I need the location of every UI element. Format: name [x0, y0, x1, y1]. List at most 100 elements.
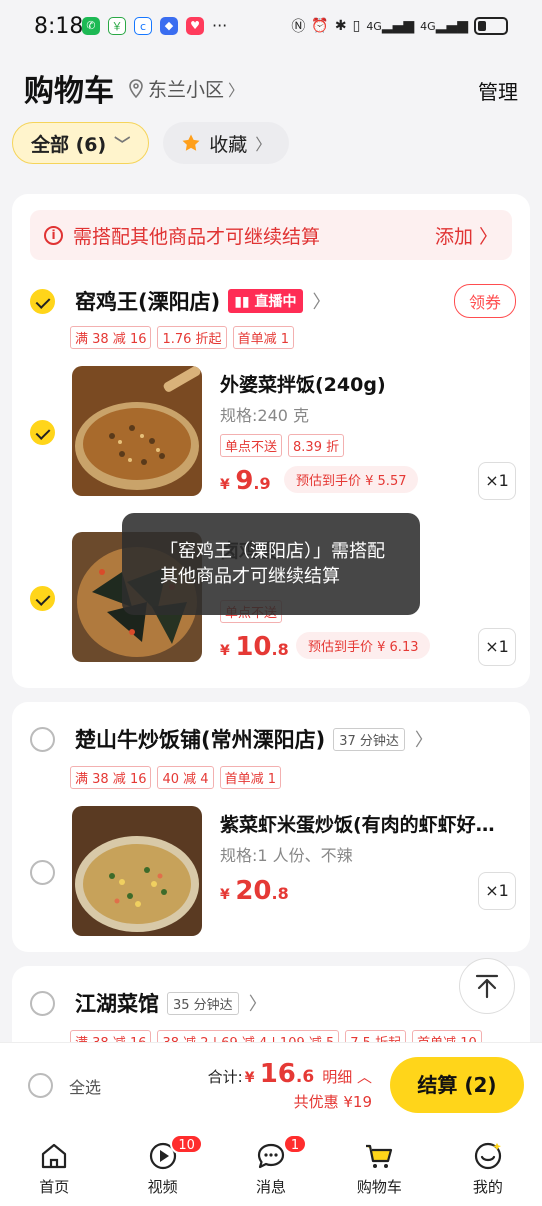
item-checkbox[interactable]	[30, 420, 55, 445]
chevron-right-icon[interactable]: 〉	[313, 288, 331, 314]
tab-label: 我的	[472, 1178, 503, 1196]
store-checkbox[interactable]	[30, 726, 55, 752]
live-badge: ▮▮ 直播中	[228, 289, 303, 313]
tab-label: 首页	[39, 1178, 70, 1196]
select-all-label: 全选	[69, 1077, 102, 1097]
get-coupon-button[interactable]: 领券	[453, 284, 516, 318]
location-selector[interactable]: 东兰小区 〉	[128, 75, 244, 102]
store-checkbox[interactable]	[30, 288, 55, 314]
location-pin-icon	[129, 78, 143, 98]
notification-icons: ✆ ￥ c ◆ ♥ ···	[82, 17, 227, 35]
item-spec[interactable]: 规格:1 人份、不辣	[220, 842, 353, 866]
checkout-bar: 全选 合计: ¥ 16.6 明细 ︿ 共优惠 ¥19 结算 (2)	[0, 1042, 542, 1128]
filter-favorites-label: 收藏	[209, 133, 248, 156]
item-name[interactable]: 紫菜虾米蛋炒饭(有肉的虾虾好…	[220, 810, 514, 837]
store-header: 楚山牛炒饭铺(常州溧阳店) 37 分钟达 〉	[30, 724, 516, 754]
filter-favorites[interactable]: 收藏 〉	[163, 122, 290, 164]
item-thumbnail[interactable]	[72, 366, 202, 496]
vibrate-icon: ▯	[352, 18, 361, 34]
chevron-right-icon: 〉	[228, 80, 245, 100]
promo-tag: 1.76 折起	[157, 326, 227, 349]
arrow-up-icon	[475, 974, 499, 999]
tab-messages[interactable]: 1 消息	[217, 1128, 325, 1206]
quantity-button[interactable]: ×1	[478, 872, 516, 910]
filter-all[interactable]: 全部 (6) ﹀	[12, 122, 150, 164]
estimated-price: 预估到手价 ¥ 6.13	[296, 632, 431, 659]
delivery-eta: 35 分钟达	[167, 991, 239, 1015]
total-summary: 合计: ¥ 16.6 明细 ︿ 共优惠 ¥19	[208, 1059, 372, 1112]
signal-icon: 4G▂▄▆	[366, 18, 415, 34]
battery-icon	[474, 17, 508, 35]
smile-profile-icon	[474, 1142, 501, 1170]
promo-tag: 满 38 减 16	[70, 766, 152, 789]
chevron-down-icon: ﹀	[114, 135, 131, 154]
notice-text: 需搭配其他商品才可继续结算	[73, 225, 321, 248]
tab-cart[interactable]: 购物车	[325, 1128, 433, 1206]
checkout-button[interactable]: 结算 (2)	[390, 1057, 524, 1113]
delivery-eta: 37 分钟达	[333, 727, 405, 751]
detail-toggle[interactable]: 明细 ︿	[322, 1066, 372, 1087]
item-thumbnail[interactable]	[72, 806, 202, 936]
system-icons: Ⓝ ⏰ ✱ ▯ 4G▂▄▆ 4G▂▄▆	[291, 16, 508, 36]
promo-tags: 满 38 减 16 1.76 折起 首单减 1	[70, 326, 294, 349]
location-label: 东兰小区	[148, 79, 225, 101]
tab-label: 视频	[147, 1178, 178, 1196]
item-price: ¥ 9.9	[220, 466, 271, 496]
quantity-button[interactable]: ×1	[478, 462, 516, 500]
back-to-top-button[interactable]	[459, 958, 515, 1014]
select-all-checkbox[interactable]	[28, 1073, 53, 1098]
notice-add-button[interactable]: 添加 〉	[435, 222, 498, 249]
bottom-tab-bar: 首页 10 视频 1 消息 购物车 我的	[0, 1128, 542, 1206]
item-price: ¥ 10.8	[220, 632, 289, 662]
promo-tag: 首单减 1	[219, 766, 281, 789]
notice-banner: i 需搭配其他商品才可继续结算 添加 〉	[30, 210, 512, 260]
more-notifications-icon: ···	[212, 16, 228, 35]
store-name[interactable]: 楚山牛炒饭铺(常州溧阳店)	[75, 724, 325, 754]
select-all[interactable]: 全选	[28, 1073, 101, 1098]
chevron-right-icon[interactable]: 〉	[249, 990, 267, 1016]
tab-video[interactable]: 10 视频	[108, 1128, 216, 1206]
item-tags: 单点不送 8.39 折	[220, 434, 345, 457]
page-header: 购物车 东兰小区 〉 管理	[0, 56, 542, 120]
total-line: 合计: ¥ 16.6 明细 ︿	[208, 1059, 372, 1089]
item-tag: 8.39 折	[288, 434, 345, 457]
item-checkbox[interactable]	[30, 860, 55, 885]
bank-app-icon: ￥	[108, 17, 126, 35]
bluetooth-icon: ✱	[334, 18, 347, 34]
item-tag: 单点不送	[220, 434, 283, 457]
promo-tag: 满 38 减 16	[70, 326, 152, 349]
item-name[interactable]: 外婆菜拌饭(240g)	[220, 370, 514, 397]
quantity-button[interactable]: ×1	[478, 628, 516, 666]
item-spec[interactable]: 规格:240 克	[220, 402, 309, 426]
store-name[interactable]: 窑鸡王(溧阳店)	[75, 286, 220, 316]
cart-item: 外婆菜拌饭(240g) 规格:240 克 单点不送 8.39 折 ¥ 9.9 预…	[30, 366, 516, 500]
status-bar: 8:18 ✆ ￥ c ◆ ♥ ··· Ⓝ ⏰ ✱ ▯ 4G▂▄▆ 4G▂▄▆	[0, 0, 542, 56]
store-card: 楚山牛炒饭铺(常州溧阳店) 37 分钟达 〉 满 38 减 16 40 减 4 …	[12, 702, 530, 952]
nfc-icon: Ⓝ	[291, 19, 306, 35]
tab-label: 消息	[256, 1178, 287, 1196]
estimated-price: 预估到手价 ¥ 5.57	[284, 466, 419, 493]
notification-badge: 10	[170, 1134, 203, 1154]
promo-tags: 满 38 减 16 40 减 4 首单减 1	[70, 766, 281, 789]
info-icon: i	[44, 225, 63, 245]
notification-badge: 1	[282, 1134, 308, 1154]
wechat-icon: ✆	[82, 17, 100, 35]
total-label: 合计:	[207, 1068, 243, 1086]
cart-icon	[366, 1144, 393, 1168]
item-checkbox[interactable]	[30, 586, 55, 611]
status-time: 8:18	[34, 14, 84, 39]
promo-tag: 40 减 4	[157, 766, 214, 789]
shop-app-icon: ◆	[160, 17, 178, 35]
browser-app-icon: c	[134, 17, 152, 35]
home-icon	[42, 1143, 67, 1169]
manage-button[interactable]: 管理	[478, 76, 518, 105]
toast-message: 「窑鸡王（溧阳店）」需搭配其他商品才可继续结算	[122, 513, 420, 615]
chevron-right-icon[interactable]: 〉	[415, 726, 433, 752]
store-checkbox[interactable]	[30, 990, 55, 1016]
chevron-right-icon: 〉	[255, 135, 272, 154]
tab-profile[interactable]: 我的	[434, 1128, 542, 1206]
tab-home[interactable]: 首页	[0, 1128, 108, 1206]
store-name[interactable]: 江湖菜馆	[75, 988, 159, 1018]
star-icon	[182, 134, 200, 151]
page-title: 购物车	[24, 74, 114, 109]
